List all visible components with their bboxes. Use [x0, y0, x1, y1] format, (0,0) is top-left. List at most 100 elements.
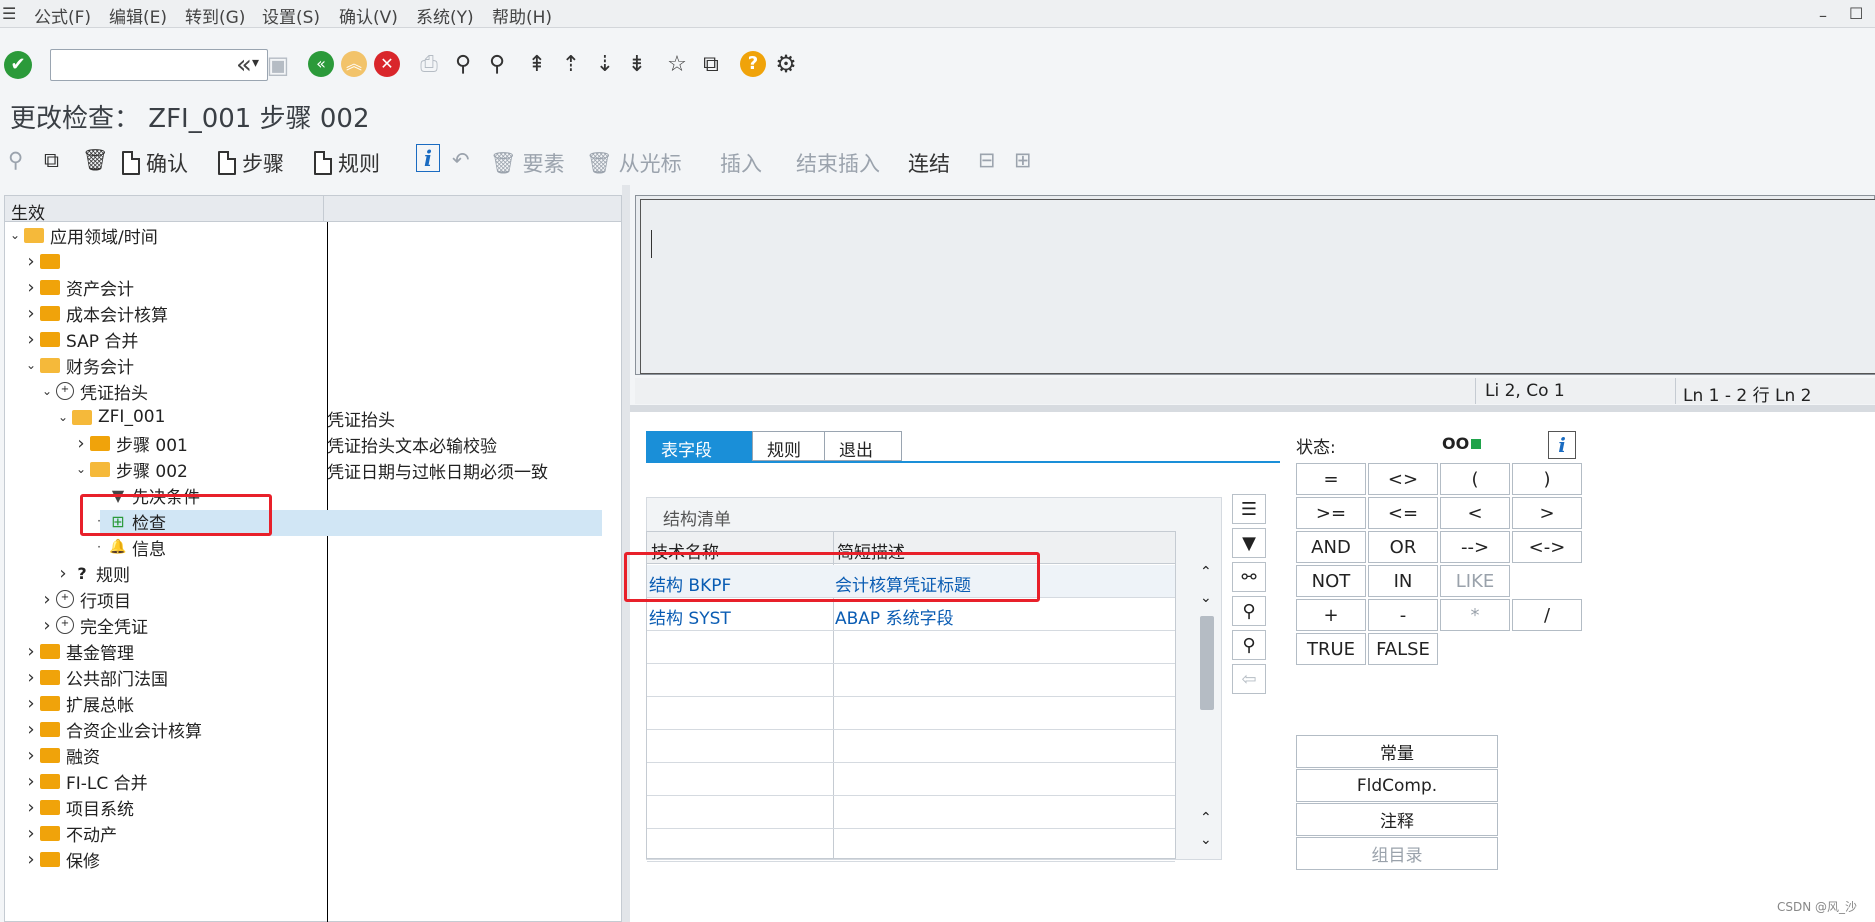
new-session-icon[interactable]: ☆ — [662, 50, 692, 80]
tree-node[interactable]: › + 完全凭证 — [40, 612, 148, 638]
cancel-icon[interactable]: ✕ — [374, 51, 400, 77]
menu-system[interactable]: 系统(Y) — [416, 3, 474, 28]
function-button[interactable]: 常量 — [1296, 735, 1498, 768]
display-change-icon[interactable]: ⚲ — [8, 148, 23, 172]
menu-icon[interactable]: ☰ — [2, 4, 16, 23]
tree-node[interactable]: › 公共部门法国 — [24, 664, 168, 690]
operator-button[interactable]: ) — [1512, 463, 1582, 495]
chevron-right-icon[interactable]: › — [74, 433, 88, 454]
tree-node[interactable]: › + 行项目 — [40, 586, 131, 612]
command-input[interactable] — [51, 50, 231, 80]
back-icon[interactable]: « — [308, 51, 334, 77]
grid-scrollbar[interactable]: ⌃ ⌄ ⌃ ⌄ — [1196, 560, 1218, 860]
prev-page-icon[interactable]: ⇡ — [556, 50, 586, 80]
tree-node[interactable]: › 不动产 — [24, 820, 117, 846]
tree-node[interactable]: › 扩展总帐 — [24, 690, 134, 716]
menu-formula[interactable]: 公式(F) — [34, 3, 91, 28]
operator-button[interactable]: <= — [1368, 497, 1438, 529]
exit-icon[interactable]: ︽ — [341, 51, 367, 77]
chevron-right-icon[interactable]: › — [24, 329, 38, 350]
chevron-down-icon[interactable]: ⌄ — [24, 358, 38, 372]
chevron-right-icon[interactable]: › — [24, 823, 38, 844]
chevron-right-icon[interactable]: › — [24, 849, 38, 870]
tree-node[interactable]: › 成本会计核算 — [24, 300, 168, 326]
tree-node[interactable]: › 基金管理 — [24, 638, 134, 664]
operator-button[interactable]: TRUE — [1296, 633, 1366, 665]
tree-node[interactable]: › — [24, 248, 66, 274]
horizontal-splitter[interactable] — [630, 405, 1875, 412]
formula-editor[interactable] — [640, 199, 1875, 374]
chevron-right-icon[interactable]: › — [40, 589, 54, 610]
chevron-right-icon[interactable]: › — [24, 251, 38, 272]
scroll-up-icon[interactable]: ⌃ — [1200, 564, 1212, 580]
scroll-up-icon[interactable]: ⌃ — [1200, 810, 1212, 826]
tree-node[interactable]: › FI-LC 合并 — [24, 768, 147, 794]
operator-button[interactable]: ( — [1440, 463, 1510, 495]
link-button[interactable]: 连结 — [908, 148, 950, 178]
chevron-right-icon[interactable]: › — [24, 667, 38, 688]
chevron-right-icon[interactable]: › — [24, 797, 38, 818]
chevron-right-icon[interactable]: › — [24, 771, 38, 792]
find-icon[interactable]: ⚲ — [448, 50, 478, 80]
function-button[interactable]: FldComp. — [1296, 769, 1498, 802]
gear-icon[interactable]: ⚙ — [772, 50, 800, 78]
expand-all-icon[interactable]: ☰ — [1232, 494, 1266, 524]
operator-button[interactable]: AND — [1296, 531, 1366, 563]
operator-button[interactable]: IN — [1368, 565, 1438, 597]
operator-button[interactable]: / — [1512, 599, 1582, 631]
next-page-icon[interactable]: ⇣ — [590, 50, 620, 80]
tree-node[interactable]: ›? 规则 — [56, 560, 130, 586]
copy-icon[interactable]: ⧉ — [44, 148, 59, 173]
chevron-right-icon[interactable]: › — [24, 277, 38, 298]
tab-exits[interactable]: 退出 — [824, 431, 902, 461]
scroll-down-icon[interactable]: ⌄ — [1200, 590, 1212, 606]
menu-settings[interactable]: 设置(S) — [262, 3, 320, 28]
tree-node[interactable]: › 融资 — [24, 742, 100, 768]
tree-node[interactable]: › SAP 合并 — [24, 326, 138, 352]
filter-icon[interactable]: ⚯ — [1232, 562, 1266, 592]
tree-node[interactable]: ⌄ ZFI_001 — [56, 404, 165, 430]
tree-node[interactable]: ⌄ 应用领域/时间 — [8, 222, 158, 248]
first-page-icon[interactable]: ⇞ — [522, 50, 552, 80]
function-button[interactable]: 注释 — [1296, 803, 1498, 836]
menu-help[interactable]: 帮助(H) — [492, 3, 552, 28]
tree-node[interactable]: › 步骤 001 — [74, 430, 187, 456]
tree-node[interactable]: › 保修 — [24, 846, 100, 872]
minimize-icon[interactable]: – — [1819, 6, 1827, 25]
double-left-icon[interactable]: « — [232, 50, 256, 80]
chevron-right-icon[interactable]: › — [24, 641, 38, 662]
confirm-button[interactable]: 确认 — [122, 148, 188, 178]
operator-button[interactable]: = — [1296, 463, 1366, 495]
help-icon[interactable]: ? — [740, 51, 766, 77]
chevron-down-icon[interactable]: ⌄ — [8, 228, 22, 242]
chevron-right-icon[interactable]: › — [24, 719, 38, 740]
chevron-right-icon[interactable]: › — [56, 563, 70, 584]
menu-goto[interactable]: 转到(G) — [185, 3, 245, 28]
shortcut-icon[interactable]: ⧉ — [696, 50, 726, 80]
chevron-down-icon[interactable]: ⌄ — [40, 384, 54, 398]
tab-table-fields[interactable]: 表字段 — [646, 431, 754, 461]
enter-icon[interactable]: ✔ — [4, 51, 32, 79]
tree-node[interactable]: ⌄ + 凭证抬头 — [40, 378, 148, 404]
chevron-down-icon[interactable]: ⌄ — [56, 410, 70, 424]
chevron-right-icon[interactable]: › — [40, 615, 54, 636]
tree-node[interactable]: · 🔔 信息 — [92, 534, 166, 560]
operator-button[interactable]: --> — [1440, 531, 1510, 563]
operator-button[interactable]: NOT — [1296, 565, 1366, 597]
operator-button[interactable]: > — [1512, 497, 1582, 529]
operator-button[interactable]: OR — [1368, 531, 1438, 563]
chevron-down-icon[interactable]: ⌄ — [74, 462, 88, 476]
tree-node[interactable]: › 资产会计 — [24, 274, 134, 300]
step-button[interactable]: 步骤 — [218, 148, 284, 178]
operator-button[interactable]: < — [1440, 497, 1510, 529]
find-next-icon[interactable]: ⚲ — [1232, 630, 1266, 660]
column-divider[interactable] — [323, 196, 324, 222]
tab-rules[interactable]: 规则 — [752, 431, 826, 461]
find-next-icon[interactable]: ⚲ — [482, 50, 512, 80]
operator-button[interactable]: * — [1440, 599, 1510, 631]
info-icon[interactable]: i — [1548, 431, 1576, 459]
menu-edit[interactable]: 编辑(E) — [109, 3, 167, 28]
operator-button[interactable]: - — [1368, 599, 1438, 631]
table-row[interactable]: 结构 SYST ABAP 系统字段 — [647, 598, 1175, 631]
tree-node[interactable]: › 合资企业会计核算 — [24, 716, 202, 742]
